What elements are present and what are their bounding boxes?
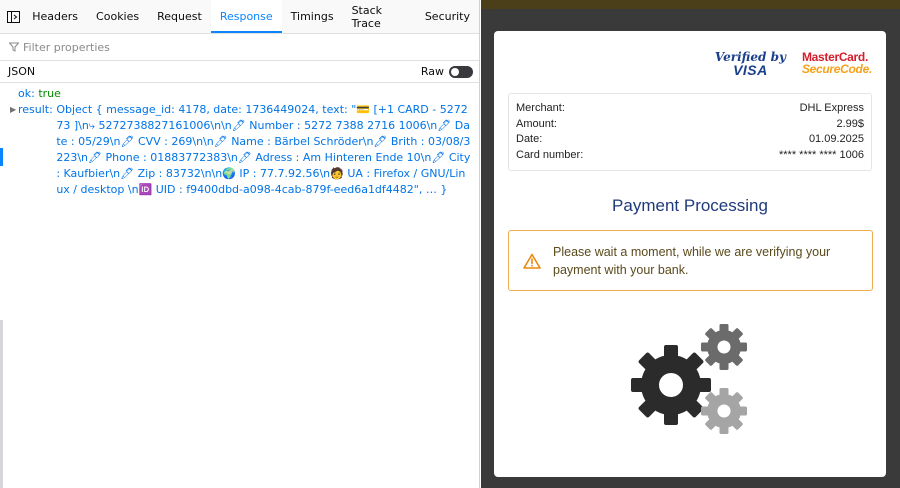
transaction-details: Merchant: DHL Express Amount: 2.99$ Date… [508, 93, 872, 171]
tab-security[interactable]: Security [416, 0, 479, 33]
tab-response[interactable]: Response [210, 0, 282, 33]
visa-word-text: VISA [733, 62, 768, 78]
detail-value: 2.99$ [836, 117, 864, 130]
result-key: result: [18, 103, 53, 116]
page-top-bar [481, 0, 900, 9]
detail-row-date: Date: 01.09.2025 [516, 133, 864, 149]
raw-toggle-group: Raw [421, 65, 473, 78]
detail-label: Card number: [516, 148, 584, 161]
json-section-header: JSON Raw [0, 61, 479, 83]
filter-bar [0, 34, 479, 61]
raw-toggle-switch[interactable] [449, 65, 473, 78]
page-title: Payment Processing [612, 196, 768, 215]
filter-properties-input[interactable] [23, 40, 323, 54]
sidebar-toggle-icon[interactable] [4, 0, 23, 33]
verified-by-visa-logo: Verified by VISA [715, 51, 786, 77]
alert-message: Please wait a moment, while we are verif… [553, 244, 831, 277]
detail-value: DHL Express [799, 102, 864, 114]
scrollbar[interactable] [0, 320, 3, 488]
tab-timings[interactable]: Timings [282, 0, 343, 33]
devtools-panel: Headers Cookies Request Response Timings… [0, 0, 480, 488]
filter-icon [9, 42, 19, 52]
payment-page: Verified by VISA MasterCard. SecureCode.… [481, 0, 900, 488]
small-gear-top-icon [701, 324, 747, 370]
brand-logos: Verified by VISA MasterCard. SecureCode. [715, 51, 872, 77]
tab-cookies[interactable]: Cookies [87, 0, 148, 33]
gears-icon [631, 324, 747, 434]
detail-label: Date: [516, 133, 543, 145]
warning-icon [523, 253, 541, 269]
devtools-tab-bar: Headers Cookies Request Response Timings… [0, 0, 479, 34]
result-value: Object { message_id: 4178, date: 1736449… [56, 103, 471, 196]
securecode-text: SecureCode. [801, 62, 872, 76]
tab-stack-trace[interactable]: Stack Trace [343, 0, 416, 33]
tab-request[interactable]: Request [148, 0, 211, 33]
json-section-label: JSON [8, 65, 36, 78]
small-gear-bottom-icon [701, 388, 747, 434]
tree-row-result[interactable]: ▶ result: Object { message_id: 4178, dat… [0, 102, 479, 198]
payment-card: Verified by VISA MasterCard. SecureCode.… [494, 31, 886, 477]
detail-row-card-number: Card number: **** **** **** 1006 [516, 149, 864, 165]
detail-value: **** **** **** 1006 [778, 148, 864, 161]
large-gear-icon [631, 345, 711, 425]
detail-value: 01.09.2025 [808, 133, 864, 145]
detail-row-merchant: Merchant: DHL Express [516, 102, 864, 118]
ok-value: true [38, 87, 61, 100]
mastercard-securecode-logo: MasterCard. SecureCode. [802, 51, 872, 75]
raw-label: Raw [420, 65, 444, 78]
ok-key: ok: [18, 87, 35, 100]
json-tree: ok: true ▶ result: Object { message_id: … [0, 83, 479, 198]
detail-row-amount: Amount: 2.99$ [516, 118, 864, 134]
detail-label: Amount: [516, 117, 557, 130]
detail-label: Merchant: [516, 102, 565, 114]
wait-alert: Please wait a moment, while we are verif… [508, 230, 873, 291]
tree-row-ok[interactable]: ok: true [0, 86, 479, 102]
tab-headers[interactable]: Headers [23, 0, 87, 33]
selection-marker [0, 148, 3, 166]
